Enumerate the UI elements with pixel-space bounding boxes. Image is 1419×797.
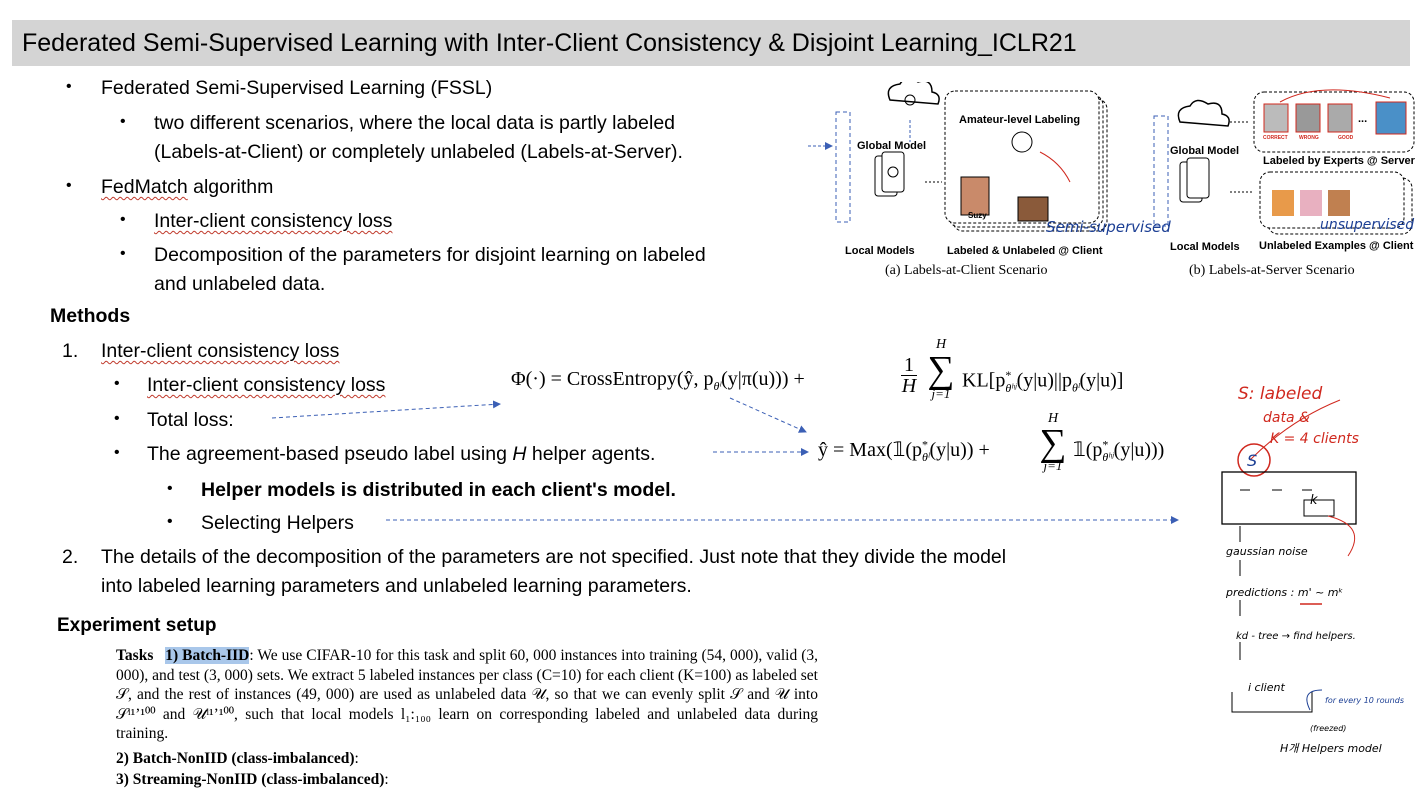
caption-b: (b) Labels-at-Server Scenario xyxy=(1189,263,1355,278)
arrow-eq-link xyxy=(729,397,807,433)
caption-a: (a) Labels-at-Client Scenario xyxy=(885,263,1048,278)
phone-icon-b xyxy=(1186,157,1210,199)
tasks-label: Tasks xyxy=(116,647,154,664)
experiment-heading: Experiment setup xyxy=(57,615,217,636)
note-kdtree: kd - tree → find helpers. xyxy=(1236,631,1356,642)
global-model-label-a: Global Model xyxy=(857,140,927,152)
batch-noniid-label: 2) Batch-NonIID (class-imbalanced) xyxy=(116,750,355,767)
phone-icon-a xyxy=(881,151,905,193)
stream-noniid-label: 3) Streaming-NonIID (class-imbalanced) xyxy=(116,771,385,788)
expert-photo xyxy=(1375,101,1407,135)
note-every10: for every 10 rounds xyxy=(1325,696,1404,705)
arrow-total-loss xyxy=(271,400,501,419)
note-helpers-model: H개 Helpers model xyxy=(1280,742,1382,755)
local-models-label-b: Local Models xyxy=(1170,241,1240,253)
amateur-label: Amateur-level Labeling xyxy=(959,114,1081,126)
correct-label: CORRECT xyxy=(1263,135,1288,141)
labeled-experts-label: Labeled by Experts @ Server xyxy=(1263,155,1415,167)
note-s-labeled: S: labeled xyxy=(1238,384,1323,404)
local-models-label-a: Local Models xyxy=(845,245,915,257)
unlabeled-examples-label: Unlabeled Examples @ Client xyxy=(1259,240,1414,252)
face-photo-2 xyxy=(1017,196,1049,222)
colon: : xyxy=(384,771,389,788)
note-s-letter: S xyxy=(1247,451,1258,470)
colon: : xyxy=(354,750,359,767)
stream-noniid: 3) Streaming-NonIID (class-imbalanced): xyxy=(116,771,389,789)
note-freezed: (freezed) xyxy=(1310,724,1347,733)
note-k-clients: K = 4 clients xyxy=(1270,431,1359,447)
note-predictions: predictions : m' ~ mᵏ xyxy=(1226,586,1344,599)
note-client: i client xyxy=(1248,681,1285,694)
global-model-label-b: Global Model xyxy=(1170,145,1240,157)
batch-noniid: 2) Batch-NonIID (class-imbalanced): xyxy=(116,750,359,768)
cloud-icon-b xyxy=(1177,99,1230,127)
note-gaussian: gaussian noise xyxy=(1226,545,1308,558)
suzy-label: Suzy xyxy=(968,211,987,220)
note-k-letter: k xyxy=(1310,493,1318,508)
ellipsis-label: ... xyxy=(1358,113,1368,125)
batch-iid-label: 1) Batch-IID xyxy=(165,647,250,664)
good-label: GOOD xyxy=(1338,135,1354,141)
handwritten-unsup: unsupervised xyxy=(1320,217,1415,233)
tasks-paragraph: Tasks 1) Batch-IID: We use CIFAR-10 for … xyxy=(116,646,818,744)
face-photo-1 xyxy=(960,176,990,216)
note-data-and: data & xyxy=(1263,410,1310,426)
cloud-icon-a xyxy=(887,82,940,105)
wrong-label: WRONG xyxy=(1299,135,1319,141)
labeled-unlabeled-label: Labeled & Unlabeled @ Client xyxy=(947,245,1103,257)
